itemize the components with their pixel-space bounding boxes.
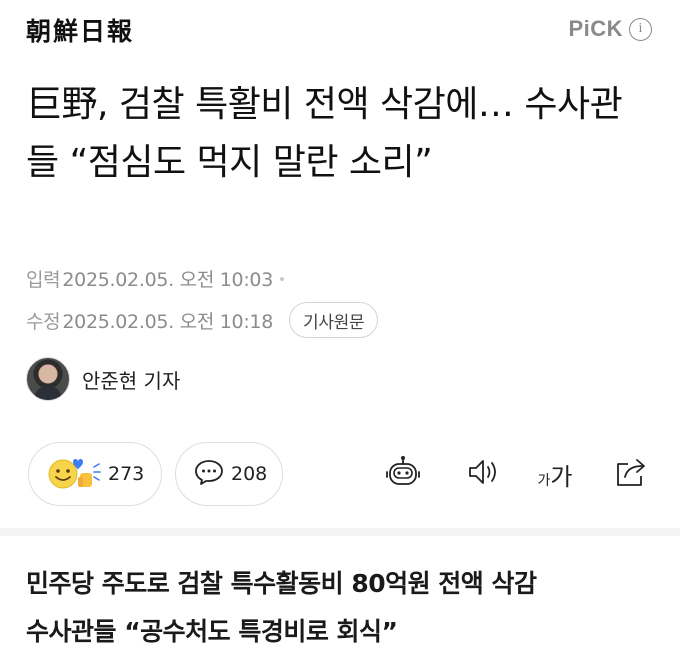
share-icon [614, 456, 648, 492]
author-info[interactable]: 안준현 기자 [26, 357, 180, 401]
modified-datetime: 2025.02.05. 오전 10:18 [62, 310, 273, 333]
subheadline-line: 수사관들 “공수처도 특경비로 회식” [26, 617, 398, 646]
comment-count: 208 [231, 463, 268, 485]
input-datetime: 2025.02.05. 오전 10:03 [62, 269, 273, 291]
author-name[interactable]: 안준현 기자 [82, 365, 180, 394]
pick-label: PiCK [568, 16, 623, 41]
font-size-icon: 가가 [537, 462, 573, 491]
reaction-button[interactable]: 273 [28, 442, 162, 506]
emoji-reaction-icon [47, 455, 101, 493]
comment-button[interactable]: 208 [175, 442, 283, 506]
reaction-toolbar: 273 208 가가 [28, 442, 658, 506]
article-headline: 巨野, 검찰 특활비 전액 삭감에… 수사관들 “점심도 먹지 말란 소리” [26, 84, 623, 183]
modified-date: 수정 2025.02.05. 오전 10:18 기사원문 [26, 302, 379, 338]
info-icon[interactable]: i [629, 17, 652, 41]
tts-button[interactable] [464, 454, 504, 494]
input-date: 입력 2025.02.05. 오전 10:03 [26, 265, 284, 292]
author-avatar[interactable] [26, 357, 70, 401]
press-logo[interactable]: 朝鮮日報 [26, 12, 134, 48]
section-divider [0, 528, 680, 536]
pick-badge[interactable]: PiCK i [568, 16, 652, 42]
input-label: 입력 [26, 269, 61, 291]
reaction-count: 273 [108, 463, 145, 485]
subheadline-line: 민주당 주도로 검찰 특수활동비 80억원 전액 삭감 [26, 569, 537, 598]
font-size-button[interactable]: 가가 [532, 454, 578, 494]
speaker-icon [466, 456, 502, 492]
robot-icon [385, 454, 421, 494]
article-subheadline: 민주당 주도로 검찰 특수활동비 80억원 전액 삭감 수사관들 “공수처도 특… [26, 560, 662, 656]
share-button[interactable] [611, 454, 651, 494]
separator-dot [280, 276, 284, 281]
original-article-button[interactable]: 기사원문 [289, 302, 379, 338]
modified-label: 수정 [26, 310, 61, 333]
speech-bubble-icon [194, 458, 224, 490]
summary-button[interactable] [383, 454, 423, 494]
